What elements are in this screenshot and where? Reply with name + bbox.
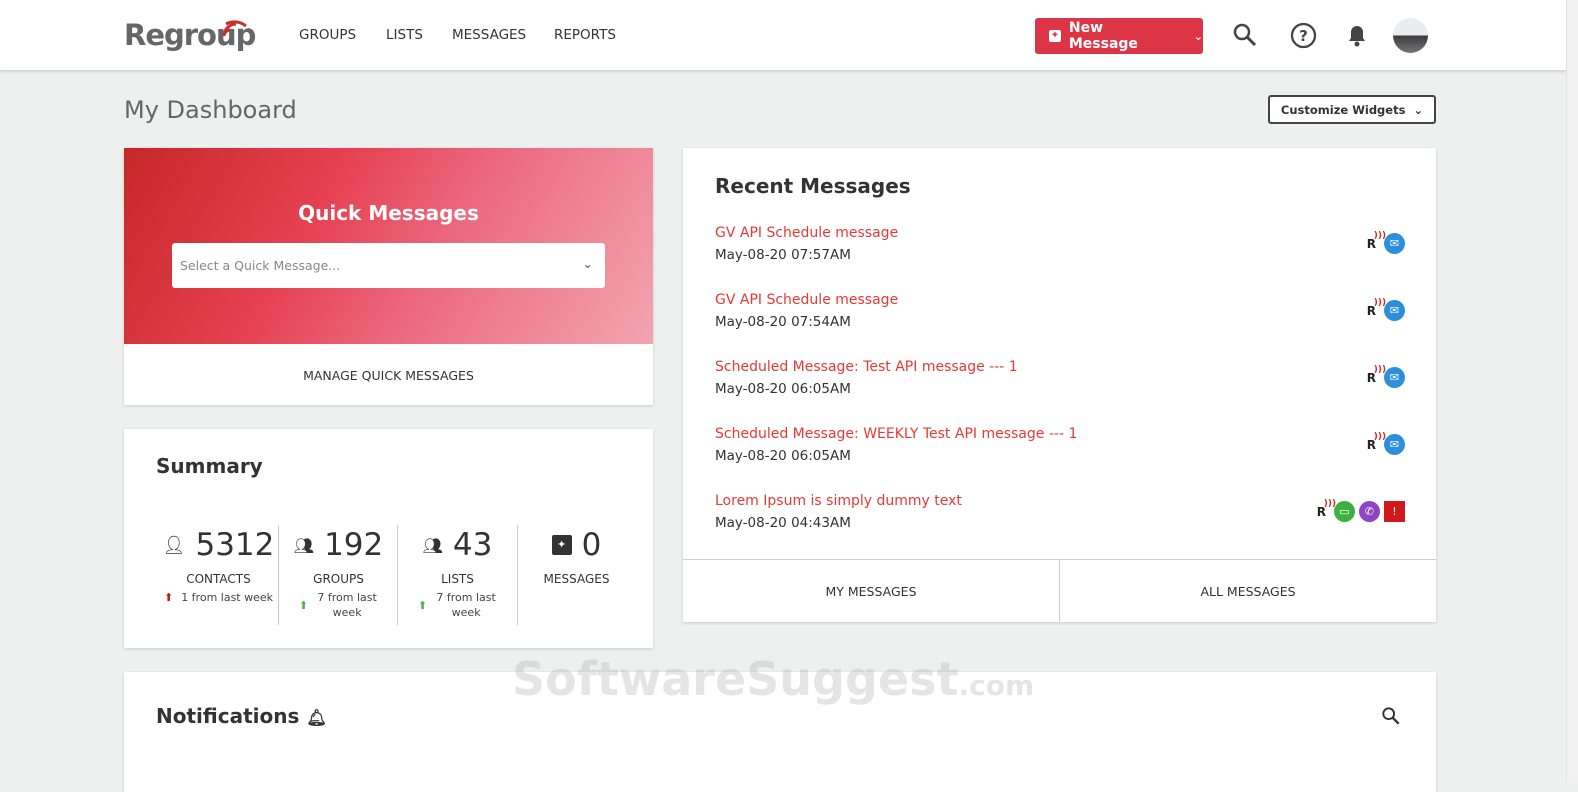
summary-card: Summary 👤︎ 5312 CONTACTS ⬆ 1 from last wee… [124,429,653,648]
stat-messages[interactable]: ✦ 0 MESSAGES [517,525,636,586]
message-date: May-08-20 06:05AM [715,381,851,397]
email-icon: ✉ [1384,233,1405,254]
stat-lists[interactable]: 👥︎ 43 LISTS ⬆ 7 from last week [398,525,517,620]
stat-contacts[interactable]: 👤︎ 5312 CONTACTS ⬆ 1 from last week [159,525,278,605]
nav-messages[interactable]: MESSAGES [452,27,526,43]
svg-text:?: ? [1299,27,1308,45]
regroup-channel-icon: R))) [1366,297,1387,318]
scrollbar[interactable] [1566,0,1578,783]
new-message-button[interactable]: ✦ New Message ⌄ [1035,18,1203,54]
bell-icon: 🔔︎ [306,708,327,727]
all-messages-button[interactable]: ALL MESSAGES [1060,560,1436,622]
nav-lists[interactable]: LISTS [386,27,423,43]
regroup-channel-icon: R))) [1366,431,1387,452]
customize-widgets-button[interactable]: Customize Widgets ⌄ [1268,95,1436,124]
recent-message-item[interactable]: GV API Schedule message May-08-20 07:54AM… [715,292,1405,330]
chevron-down-icon: ⌄ [1193,29,1203,43]
email-icon: ✉ [1384,434,1405,455]
group-icon: 👥︎ [293,535,315,555]
help-icon[interactable]: ? [1290,22,1317,49]
summary-title: Summary [156,454,263,478]
channel-icons: R))) ✉ [1366,431,1405,455]
regroup-channel-icon: R))) [1316,498,1337,519]
manage-quick-messages-link[interactable]: MANAGE QUICK MESSAGES [124,368,653,383]
my-messages-button[interactable]: MY MESSAGES [683,560,1060,622]
message-date: May-08-20 07:54AM [715,314,851,330]
message-title[interactable]: Scheduled Message: Test API message --- … [715,359,1405,375]
notifications-card: Notifications 🔔︎ [124,672,1436,792]
search-icon[interactable] [1381,706,1401,726]
message-title[interactable]: Lorem Ipsum is simply dummy text [715,493,1405,509]
quick-messages-banner: Quick Messages Select a Quick Message...… [124,148,653,344]
channel-icons: R))) ▭ ✆! [1316,498,1405,522]
channel-icons: R))) ✉ [1366,364,1405,388]
message-date: May-08-20 06:05AM [715,448,851,464]
nav-groups[interactable]: GROUPS [299,27,356,43]
contact-icon: 👤︎ [162,534,186,556]
recent-message-item[interactable]: GV API Schedule message May-08-20 07:57AM… [715,225,1405,263]
recent-messages-title: Recent Messages [715,174,911,198]
notifications-title: Notifications 🔔︎ [156,704,327,728]
search-icon[interactable] [1233,22,1257,48]
stat-groups[interactable]: 👥︎ 192 GROUPS ⬆ 7 from last week [279,525,398,620]
chevron-down-icon: ⌄ [582,256,593,271]
page-title: My Dashboard [124,96,297,124]
regroup-channel-icon: R))) [1366,364,1387,385]
recent-messages-card: Recent Messages GV API Schedule message M… [683,148,1436,622]
voice-icon: ✆ [1359,501,1380,522]
message-title[interactable]: GV API Schedule message [715,292,1405,308]
message-title[interactable]: GV API Schedule message [715,225,1405,241]
alert-icon: ! [1384,501,1405,522]
quick-messages-card: Quick Messages Select a Quick Message...… [124,148,653,405]
arrow-up-icon: ⬆ [298,599,309,612]
top-nav: Regroup GROUPS LISTS MESSAGES REPORTS ✦ … [0,0,1566,71]
chevron-down-icon: ⌄ [1413,102,1424,117]
regroup-channel-icon: R))) [1366,230,1387,251]
recent-message-item[interactable]: Lorem Ipsum is simply dummy text May-08-2… [715,493,1405,531]
regroup-logo[interactable]: Regroup [124,18,256,52]
channel-icons: R))) ✉ [1366,230,1405,254]
message-date: May-08-20 04:43AM [715,515,851,531]
message-title[interactable]: Scheduled Message: WEEKLY Test API messa… [715,426,1405,442]
arrow-up-icon: ⬆ [417,599,428,612]
nav-reports[interactable]: REPORTS [554,27,616,43]
user-avatar[interactable] [1393,18,1428,53]
arrow-up-icon: ⬆ [163,591,174,604]
email-icon: ✉ [1384,300,1405,321]
recent-message-item[interactable]: Scheduled Message: Test API message --- … [715,359,1405,397]
bell-icon[interactable] [1346,22,1368,48]
message-date: May-08-20 07:57AM [715,247,851,263]
email-icon: ✉ [1384,367,1405,388]
message-icon: ✦ [551,535,572,555]
recent-message-item[interactable]: Scheduled Message: WEEKLY Test API messa… [715,426,1405,464]
message-plus-icon: ✦ [1049,30,1061,42]
sms-icon: ▭ [1334,501,1355,522]
quick-messages-title: Quick Messages [298,201,479,225]
channel-icons: R))) ✉ [1366,297,1405,321]
signal-icon [222,20,247,37]
quick-message-select[interactable]: Select a Quick Message... ⌄ [172,243,605,288]
group-icon: 👥︎ [422,535,443,555]
